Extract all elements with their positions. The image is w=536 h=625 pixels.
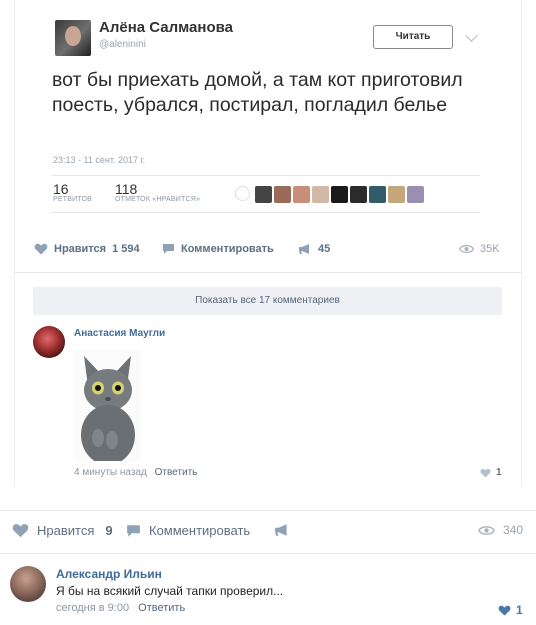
comment-time: 4 минуты назад — [74, 467, 147, 478]
embedded-views: 35K — [459, 243, 500, 255]
eye-icon — [459, 245, 474, 253]
comment-label: Комментировать — [149, 523, 251, 538]
divider — [52, 212, 480, 213]
likes-label: ОТМЕТОК «НРАВИТСЯ» — [115, 196, 201, 203]
post-action-bar: Нравится 9 Комментировать 340 — [0, 510, 536, 546]
heart-icon — [480, 468, 491, 477]
shared-post-image: Алёна Салманова @alenininі Читать вот бы… — [14, 0, 522, 487]
comment-icon — [163, 244, 174, 254]
megaphone-icon — [299, 244, 309, 254]
heart-icon — [498, 605, 511, 616]
liker-avatar — [407, 186, 424, 203]
embedded-like-action: Нравится 1 594 — [34, 243, 140, 255]
divider — [0, 553, 536, 554]
show-all-comments-button: Показать все 17 комментариев — [33, 287, 502, 315]
divider — [15, 272, 521, 273]
retweet-stat: 16 РЕТВИТОВ — [53, 181, 92, 203]
embedded-comment-action: Комментировать — [162, 243, 274, 255]
embedded-views-count: 35K — [480, 243, 500, 255]
heart-icon — [12, 524, 29, 538]
liker-avatars — [235, 186, 424, 203]
retweet-count: 16 — [53, 181, 69, 197]
comment-author-name: Анастасия Маугли — [74, 328, 166, 339]
comment-like-count: 1 — [496, 467, 502, 478]
eye-icon — [478, 525, 495, 535]
liker-avatar — [255, 186, 272, 203]
views-count: 340 — [503, 523, 524, 537]
chevron-down-icon — [465, 29, 478, 42]
divider — [52, 175, 480, 176]
comment-meta: 4 минуты назад Ответить — [74, 467, 197, 478]
like-count: 9 — [105, 523, 113, 538]
embedded-like-count: 1 594 — [112, 243, 140, 255]
comment-icon — [127, 524, 140, 537]
embedded-share-action: 45 — [298, 243, 330, 255]
likes-count: 118 — [115, 181, 138, 197]
tweet-author-handle: @alenininі — [99, 39, 146, 50]
liker-avatar — [388, 186, 405, 203]
comment-reply-link: Ответить — [154, 467, 198, 478]
liker-avatar — [235, 186, 250, 201]
share-button[interactable] — [274, 523, 290, 537]
liker-avatar — [274, 186, 291, 203]
like-label: Нравится — [37, 523, 95, 538]
tweet-text: вот бы приехать домой, а там кот пригото… — [52, 69, 463, 116]
retweet-label: РЕТВИТОВ — [53, 196, 92, 203]
tweet-follow-button: Читать — [373, 25, 453, 49]
embedded-share-count: 45 — [318, 243, 331, 255]
comment-text: Я бы на всякий случай тапки проверил... — [56, 584, 284, 598]
liker-avatar — [369, 186, 386, 203]
views-counter: 340 — [478, 523, 523, 537]
liker-avatar — [293, 186, 310, 203]
commenter-name-link[interactable]: Александр Ильин — [56, 567, 162, 581]
tweet-timestamp: 23:13 - 11 сент. 2017 г. — [53, 155, 146, 165]
like-button[interactable]: Нравится 9 — [12, 523, 113, 538]
embedded-like-label: Нравится — [54, 243, 107, 255]
embedded-comment-label: Комментировать — [181, 243, 274, 255]
heart-icon — [34, 243, 48, 255]
comment-reply-button[interactable]: Ответить — [138, 602, 185, 614]
tweet-author-avatar — [55, 20, 91, 56]
embedded-post-actions: Нравится 1 594 Комментировать 45 35K — [32, 240, 507, 260]
comment-author-avatar — [33, 326, 65, 358]
likes-stat: 118 ОТМЕТОК «НРАВИТСЯ» — [115, 181, 200, 203]
cat-sticker-image — [74, 350, 141, 461]
liker-avatar — [350, 186, 367, 203]
comment-like: 1 — [480, 467, 502, 478]
liker-avatar — [331, 186, 348, 203]
comment-button[interactable]: Комментировать — [126, 523, 250, 538]
comment-meta: сегодня в 9:00 Ответить — [56, 602, 185, 614]
comment-like-count: 1 — [516, 603, 523, 617]
comment-like-button[interactable]: 1 — [498, 603, 523, 617]
tweet-author-name: Алёна Салманова — [99, 19, 233, 36]
commenter-avatar[interactable] — [10, 566, 46, 602]
comment-timestamp[interactable]: сегодня в 9:00 — [56, 602, 129, 614]
liker-avatar — [312, 186, 329, 203]
megaphone-icon — [275, 524, 287, 536]
